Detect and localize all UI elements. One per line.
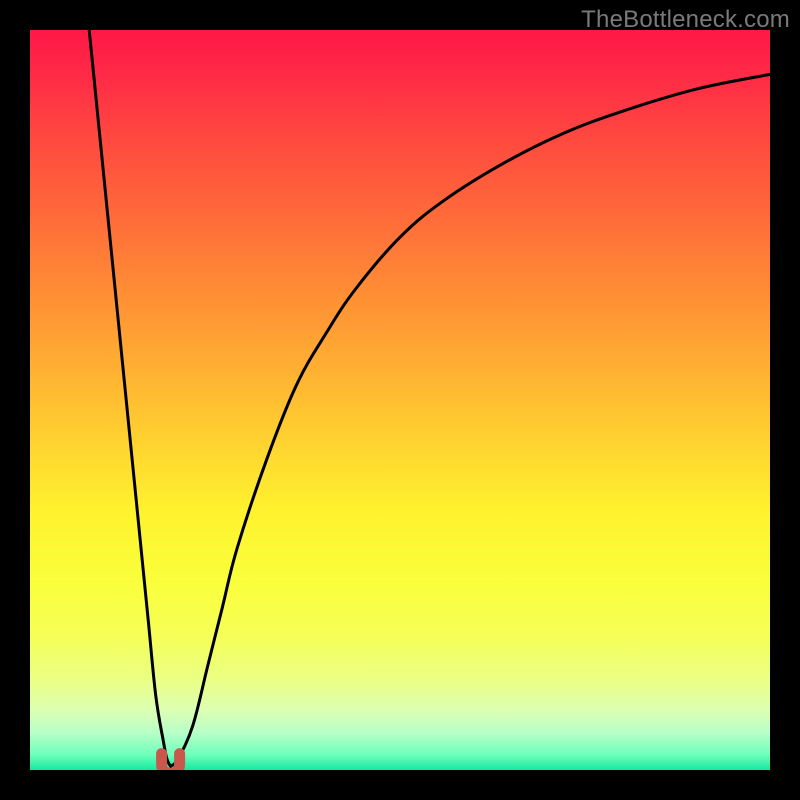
chart-plot-area — [30, 30, 770, 770]
chart-svg — [30, 30, 770, 770]
curve-right-branch — [171, 74, 770, 766]
watermark-text: TheBottleneck.com — [581, 6, 790, 34]
curve-left-branch — [89, 30, 170, 766]
chart-curves — [89, 30, 770, 766]
